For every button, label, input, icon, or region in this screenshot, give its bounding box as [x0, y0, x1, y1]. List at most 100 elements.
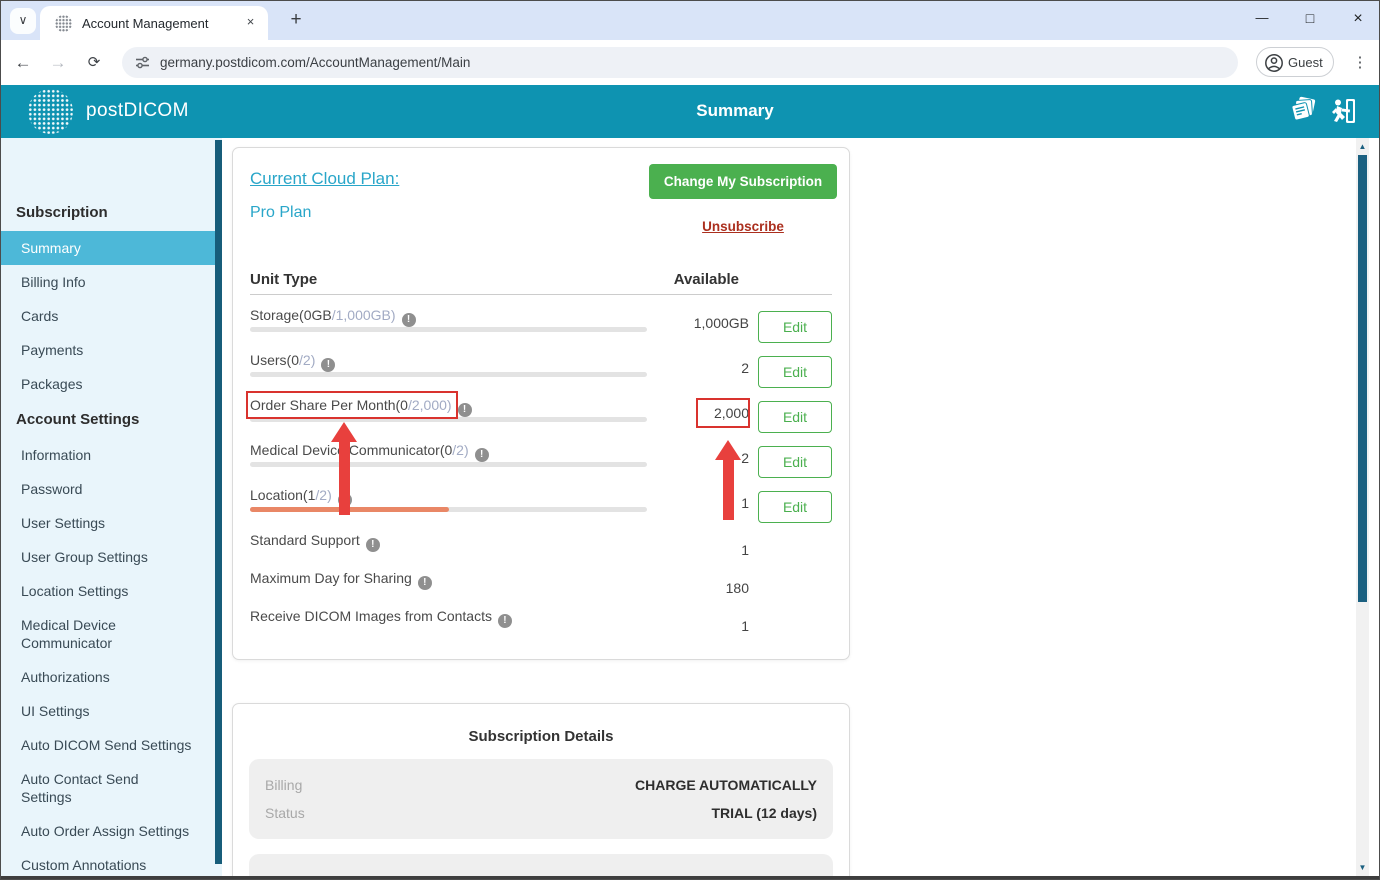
change-subscription-button[interactable]: Change My Subscription [649, 164, 837, 199]
page-scrollbar-thumb[interactable] [1358, 155, 1367, 602]
details-value: CHARGE AUTOMATICALLY [635, 777, 817, 793]
sidebar-item-payments[interactable]: Payments [0, 333, 215, 367]
tab-title: Account Management [82, 16, 209, 31]
sidebar-item-summary[interactable]: Summary [0, 231, 215, 265]
column-header-unit-type: Unit Type [250, 271, 318, 288]
sidebar-item-auto-order-assign-settings[interactable]: Auto Order Assign Settings [0, 814, 215, 848]
available-value: 1 [741, 618, 749, 634]
unit-row-order-share-per-month-0: Order Share Per Month(0/2,000)! 2,000 Edit [250, 394, 832, 439]
unit-label: Location(1/2)! [250, 487, 352, 507]
sidebar-item-packages[interactable]: Packages [0, 367, 215, 401]
unit-row-maximum-day-for-sharing: Maximum Day for Sharing! 180 [250, 567, 832, 605]
page-title: Summary [696, 101, 774, 120]
new-tab-button[interactable]: + [284, 8, 308, 32]
edit-button[interactable]: Edit [758, 401, 832, 433]
info-icon[interactable]: ! [401, 313, 416, 327]
edit-button[interactable]: Edit [758, 356, 832, 388]
edit-button[interactable]: Edit [758, 446, 832, 478]
details-value: TRIAL (12 days) [711, 805, 817, 821]
info-icon[interactable]: ! [497, 614, 512, 628]
page-scrollbar[interactable]: ▲ ▼ [1356, 138, 1369, 876]
subscription-details-title: Subscription Details [468, 728, 614, 745]
url-bar[interactable]: germany.postdicom.com/AccountManagement/… [122, 47, 1238, 78]
dicom-images-icon[interactable] [1289, 96, 1321, 131]
edit-button[interactable]: Edit [758, 311, 832, 343]
sidebar-item-medical-device-communicator[interactable]: Medical Device Communicator [0, 608, 215, 660]
unsubscribe-link[interactable]: Unsubscribe [702, 219, 784, 234]
sidebar-item-billing-info[interactable]: Billing Info [0, 265, 215, 299]
sidebar-item-authorizations[interactable]: Authorizations [0, 660, 215, 694]
subscription-details-box: Billing CHARGE AUTOMATICALLY Status TRIAL (… [249, 759, 833, 839]
scroll-up-icon[interactable]: ▲ [1356, 140, 1369, 153]
unit-label: Order Share Per Month(0/2,000)! [250, 397, 472, 417]
brand-name: postDICOM [86, 100, 189, 121]
info-icon[interactable]: ! [457, 403, 472, 417]
info-icon[interactable]: ! [321, 358, 336, 372]
table-divider [250, 294, 832, 295]
info-icon[interactable]: ! [474, 448, 489, 462]
sidebar-item-custom-annotations[interactable]: Custom Annotations [0, 848, 215, 876]
sidebar-item-information[interactable]: Information [0, 438, 215, 472]
subscription-details-card: Subscription Details Billing CHARGE AUTOM… [232, 703, 850, 876]
guest-avatar-icon [1265, 54, 1283, 72]
usage-bar [250, 372, 647, 377]
sidebar-item-auto-dicom-send-settings[interactable]: Auto DICOM Send Settings [0, 728, 215, 762]
unit-row-users-0: Users(0/2)! 2 Edit [250, 349, 832, 394]
edit-button[interactable]: Edit [758, 491, 832, 523]
column-header-available: Available [673, 271, 739, 288]
url-text: germany.postdicom.com/AccountManagement/… [160, 55, 471, 70]
info-icon[interactable]: ! [337, 493, 352, 507]
browser-tab-strip: ∨ Account Management × + — □ × [0, 0, 1380, 40]
guest-label: Guest [1288, 55, 1323, 70]
browser-toolbar: ← → ⟳ germany.postdicom.com/AccountManag… [0, 40, 1380, 85]
sidebar-scrollbar[interactable] [215, 138, 222, 876]
scroll-down-icon[interactable]: ▼ [1356, 861, 1369, 874]
unit-row-standard-support: Standard Support! 1 [250, 529, 832, 567]
tab-search-chevron-icon[interactable]: ∨ [10, 8, 36, 34]
sidebar-item-user-settings[interactable]: User Settings [0, 506, 215, 540]
sidebar-item-cards[interactable]: Cards [0, 299, 215, 333]
unit-rows: Storage(0GB/1,000GB)! 1,000GB Edit Users(0/… [250, 304, 832, 643]
plan-name: Pro Plan [250, 204, 312, 221]
window-maximize-button[interactable]: □ [1298, 10, 1322, 30]
available-value: 2 [741, 360, 749, 376]
reload-icon[interactable]: ⟳ [80, 40, 108, 85]
info-icon[interactable]: ! [365, 538, 380, 552]
main-content: Current Cloud Plan: Pro Plan Change My S… [222, 138, 1356, 876]
available-value: 2 [741, 450, 749, 466]
browser-tab[interactable]: Account Management × [40, 6, 268, 40]
profile-button[interactable]: Guest [1256, 47, 1334, 77]
sidebar-item-auto-contact-send-settings[interactable]: Auto Contact Send Settings [0, 762, 215, 814]
sidebar-item-user-group-settings[interactable]: User Group Settings [0, 540, 215, 574]
sidebar-item-ui-settings[interactable]: UI Settings [0, 694, 215, 728]
details-label: Billing [265, 777, 303, 793]
usage-bar [250, 507, 647, 512]
logout-icon[interactable] [1328, 96, 1358, 131]
usage-bar [250, 417, 647, 422]
sidebar-scrollbar-thumb[interactable] [215, 140, 222, 864]
details-label: Status [265, 805, 305, 821]
unit-label: Medical Device Communicator(0/2)! [250, 442, 489, 462]
sidebar-section-account-settings: Account Settings [16, 411, 140, 428]
available-value: 180 [725, 580, 749, 596]
window-minimize-button[interactable]: — [1250, 10, 1274, 30]
site-info-icon[interactable] [134, 54, 151, 76]
unit-label: Maximum Day for Sharing! [250, 570, 432, 590]
browser-menu-icon[interactable]: ⋮ [1350, 40, 1370, 85]
tab-close-icon[interactable]: × [242, 14, 259, 31]
available-value: 1,000GB [693, 315, 749, 331]
details-row-status: Status TRIAL (12 days) [265, 799, 817, 827]
sidebar-item-location-settings[interactable]: Location Settings [0, 574, 215, 608]
window-close-button[interactable]: × [1346, 10, 1370, 30]
info-icon[interactable]: ! [417, 576, 432, 590]
sidebar-nav: Subscription Summary Billing Info Cards Paym… [0, 138, 215, 876]
usage-bar [250, 327, 647, 332]
unit-row-medical-device-communicator-0: Medical Device Communicator(0/2)! 2 Edit [250, 439, 832, 484]
back-icon[interactable]: ← [9, 40, 37, 85]
usage-bar [250, 462, 647, 467]
sidebar-item-password[interactable]: Password [0, 472, 215, 506]
plan-card: Current Cloud Plan: Pro Plan Change My S… [232, 147, 850, 660]
current-cloud-plan-link[interactable]: Current Cloud Plan: [250, 169, 399, 189]
unit-label: Storage(0GB/1,000GB)! [250, 307, 416, 327]
forward-icon[interactable]: → [44, 40, 72, 85]
